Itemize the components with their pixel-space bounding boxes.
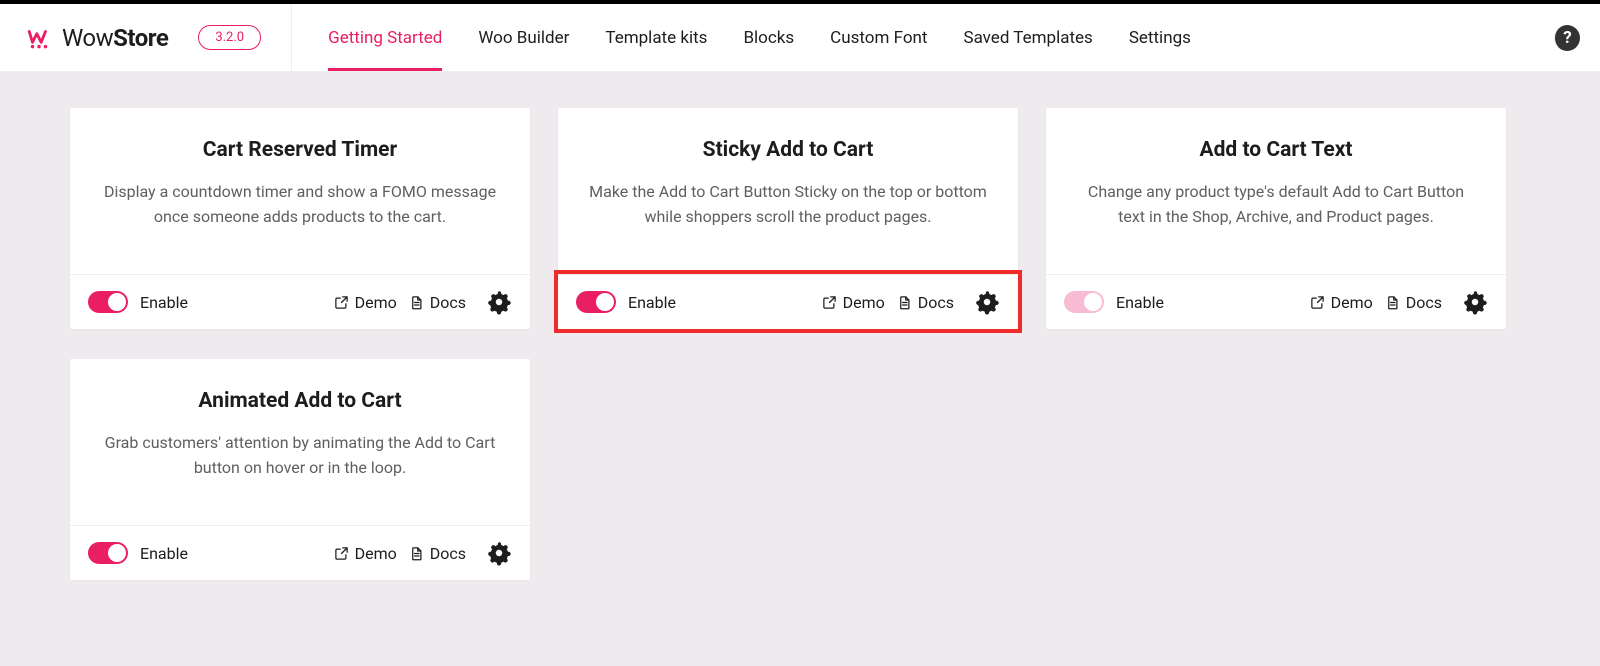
card-footer: Enable Demo Docs (70, 274, 530, 329)
document-icon (409, 546, 424, 561)
demo-link[interactable]: Demo (334, 293, 397, 312)
enable-toggle[interactable] (88, 291, 128, 313)
enable-label: Enable (140, 293, 188, 312)
card-title: Add to Cart Text (1074, 138, 1478, 162)
feature-card-sticky-add-to-cart: Sticky Add to Cart Make the Add to Cart B… (558, 108, 1018, 329)
feature-cards-grid: Cart Reserved Timer Display a countdown t… (0, 72, 1600, 616)
docs-label: Docs (1406, 293, 1442, 312)
demo-link[interactable]: Demo (334, 544, 397, 563)
help-icon[interactable]: ? (1554, 25, 1580, 51)
card-description: Make the Add to Cart Button Sticky on th… (586, 180, 990, 230)
docs-label: Docs (918, 293, 954, 312)
settings-gear-icon[interactable] (974, 289, 1000, 315)
app-header: WowStore 3.2.0 Getting Started Woo Builde… (0, 4, 1600, 72)
brand-name: WowStore (62, 24, 168, 52)
nav-item-getting-started[interactable]: Getting Started (328, 4, 442, 71)
nav-item-saved-templates[interactable]: Saved Templates (963, 4, 1092, 71)
main-nav: Getting Started Woo Builder Template kits B… (328, 4, 1534, 71)
toggle-knob (108, 293, 126, 311)
enable-label: Enable (140, 544, 188, 563)
external-link-icon (822, 295, 837, 310)
card-body: Animated Add to Cart Grab customers' atte… (70, 359, 530, 525)
feature-card-animated-add-to-cart: Animated Add to Cart Grab customers' atte… (70, 359, 530, 580)
nav-item-woo-builder[interactable]: Woo Builder (478, 4, 569, 71)
document-icon (897, 295, 912, 310)
version-pill: 3.2.0 (198, 25, 261, 50)
enable-toggle[interactable] (1064, 291, 1104, 313)
demo-label: Demo (843, 293, 885, 312)
demo-label: Demo (1331, 293, 1373, 312)
settings-gear-icon[interactable] (1462, 289, 1488, 315)
docs-label: Docs (430, 293, 466, 312)
toggle-knob (596, 293, 614, 311)
toggle-knob (108, 544, 126, 562)
card-description: Display a countdown timer and show a FOM… (98, 180, 502, 230)
card-body: Add to Cart Text Change any product type'… (1046, 108, 1506, 274)
card-footer: Enable Demo Docs (1046, 274, 1506, 329)
card-title: Cart Reserved Timer (98, 138, 502, 162)
brand-name-bold: Store (113, 24, 168, 52)
brand-block: WowStore 3.2.0 (26, 4, 292, 71)
docs-link[interactable]: Docs (897, 293, 954, 312)
docs-link[interactable]: Docs (409, 544, 466, 563)
enable-label: Enable (1116, 293, 1164, 312)
docs-link[interactable]: Docs (409, 293, 466, 312)
card-footer: Enable Demo Docs (558, 274, 1018, 329)
card-description: Grab customers' attention by animating t… (98, 431, 502, 481)
demo-label: Demo (355, 293, 397, 312)
document-icon (409, 295, 424, 310)
document-icon (1385, 295, 1400, 310)
feature-card-cart-reserved-timer: Cart Reserved Timer Display a countdown t… (70, 108, 530, 329)
docs-link[interactable]: Docs (1385, 293, 1442, 312)
card-footer: Enable Demo Docs (70, 525, 530, 580)
settings-gear-icon[interactable] (486, 289, 512, 315)
nav-item-blocks[interactable]: Blocks (743, 4, 794, 71)
nav-item-settings[interactable]: Settings (1129, 4, 1191, 71)
card-body: Cart Reserved Timer Display a countdown t… (70, 108, 530, 274)
nav-item-template-kits[interactable]: Template kits (605, 4, 707, 71)
card-title: Sticky Add to Cart (586, 138, 990, 162)
docs-label: Docs (430, 544, 466, 563)
demo-label: Demo (355, 544, 397, 563)
nav-item-custom-font[interactable]: Custom Font (830, 4, 927, 71)
external-link-icon (334, 546, 349, 561)
external-link-icon (334, 295, 349, 310)
demo-link[interactable]: Demo (822, 293, 885, 312)
card-title: Animated Add to Cart (98, 389, 502, 413)
feature-card-add-to-cart-text: Add to Cart Text Change any product type'… (1046, 108, 1506, 329)
demo-link[interactable]: Demo (1310, 293, 1373, 312)
card-body: Sticky Add to Cart Make the Add to Cart B… (558, 108, 1018, 274)
enable-toggle[interactable] (88, 542, 128, 564)
external-link-icon (1310, 295, 1325, 310)
toggle-knob (1084, 293, 1102, 311)
wowstore-logo-icon (26, 25, 52, 51)
brand-name-light: Wow (62, 24, 113, 52)
card-description: Change any product type's default Add to… (1074, 180, 1478, 230)
enable-toggle[interactable] (576, 291, 616, 313)
settings-gear-icon[interactable] (486, 540, 512, 566)
enable-label: Enable (628, 293, 676, 312)
